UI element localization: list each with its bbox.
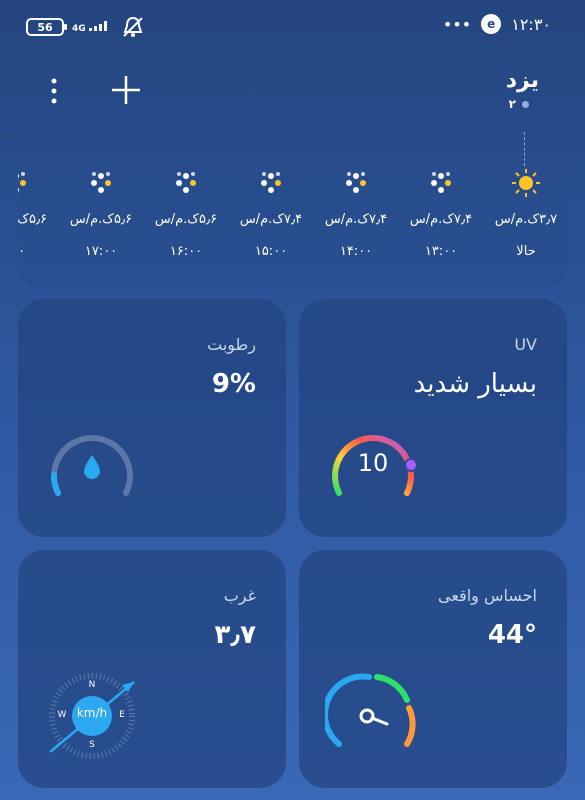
feels-like-value: 44°	[487, 620, 537, 650]
status-right: ••• e ۱۲:۳۰	[443, 14, 551, 34]
hour-item: ۷٫۴ک.م/س ۱۵:۰۰	[231, 132, 311, 288]
page-dot	[522, 100, 529, 108]
feels-like-card[interactable]: احساس واقعی 44°	[299, 550, 567, 788]
snow-icon	[261, 172, 281, 193]
feels-like-title: احساس واقعی	[438, 586, 537, 605]
now-marker	[524, 132, 525, 166]
hour-wind: ۵٫۶ک.م/س	[69, 212, 133, 227]
hour-wind: ۷٫۴ک.م/س	[324, 212, 388, 227]
hour-item: ۵٫۶ک.م/س ۱۷:۰۰	[61, 132, 141, 288]
header: یزد ۲	[0, 60, 585, 120]
hour-time: ۱۷:۰۰	[84, 244, 118, 259]
hour-wind: ۵٫۶ک.م/س	[18, 212, 48, 227]
battery-icon: 56	[26, 18, 67, 36]
muted-bell-icon	[123, 16, 143, 37]
hour-wind: ۳٫۷ک.م/س	[494, 212, 558, 227]
humidity-card[interactable]: رطوبت 9%	[18, 299, 286, 537]
thermometer-bulb-icon	[359, 708, 375, 724]
thermometer-needle	[370, 716, 389, 726]
snow-icon	[176, 172, 196, 193]
more-dots-icon: •••	[442, 14, 472, 34]
page-indicator[interactable]: ۲	[508, 97, 529, 111]
compass-east: E	[119, 710, 125, 720]
snow-icon	[91, 172, 111, 193]
hour-time: ۱۴:۰۰	[339, 244, 373, 259]
hour-time: ۰۰:	[18, 244, 26, 259]
hour-time: ۱۶:۰۰	[169, 244, 203, 259]
hour-wind: ۷٫۴ک.م/س	[239, 212, 303, 227]
status-bar: 56 4G ••• e ۱۲:۳۰	[0, 0, 585, 48]
hour-time: ۱۳:۰۰	[424, 244, 458, 259]
uv-card[interactable]: UV بسیار شدید 10	[299, 299, 567, 537]
compass-south: S	[89, 740, 95, 750]
add-city-icon[interactable]	[110, 74, 142, 106]
compass-north: N	[88, 680, 96, 690]
uv-marker	[404, 458, 418, 472]
wind-unit: km/h	[76, 706, 108, 720]
hour-item: ۷٫۴ک.م/س ۱۴:۰۰	[316, 132, 396, 288]
uv-title: UV	[514, 335, 537, 354]
more-options-icon[interactable]	[44, 76, 64, 106]
status-left: 56 4G	[26, 16, 145, 38]
sun-icon	[512, 169, 540, 197]
hour-time: حالا	[516, 244, 536, 259]
wind-direction: غرب	[223, 586, 256, 605]
uv-index: 10	[357, 449, 389, 477]
hour-time: ۱۵:۰۰	[254, 244, 288, 259]
humidity-value: 9%	[211, 369, 256, 399]
hour-item: ۵٫۶ک.م/س ۰۰:	[18, 132, 56, 288]
hour-item: ۷٫۴ک.م/س ۱۳:۰۰	[401, 132, 481, 288]
hour-item: ۵٫۶ک.م/س ۱۶:۰۰	[146, 132, 226, 288]
hour-wind: ۷٫۴ک.م/س	[409, 212, 473, 227]
page-indicator-active: ۲	[508, 97, 516, 111]
compass-west: W	[57, 710, 67, 720]
hourly-forecast[interactable]: ۳٫۷ک.م/س حالا ۷٫۴ک.م/س ۱۳:۰۰ ۷٫۴ک.م/س ۱۴…	[18, 132, 567, 288]
water-drop-icon	[84, 455, 100, 479]
hour-wind: ۵٫۶ک.م/س	[154, 212, 218, 227]
clock: ۱۲:۳۰	[511, 14, 551, 34]
snow-icon	[431, 172, 451, 193]
wind-card[interactable]: غرب ۳٫۷ km/h N S W E	[18, 550, 286, 788]
network-type: 4G	[72, 24, 86, 34]
wind-speed: ۳٫۷	[214, 620, 256, 650]
snow-icon	[18, 172, 26, 193]
network-indicator: 4G	[72, 21, 113, 34]
city-name: یزد	[505, 68, 539, 93]
hour-item: ۳٫۷ک.م/س حالا	[486, 132, 566, 288]
uv-level-text: بسیار شدید	[413, 369, 537, 399]
feels-like-gauge	[325, 673, 416, 747]
app-notification-icon: e	[481, 14, 502, 34]
snow-icon	[346, 172, 366, 193]
battery-level: 56	[37, 20, 53, 34]
humidity-title: رطوبت	[207, 335, 256, 354]
signal-icon	[88, 21, 107, 31]
